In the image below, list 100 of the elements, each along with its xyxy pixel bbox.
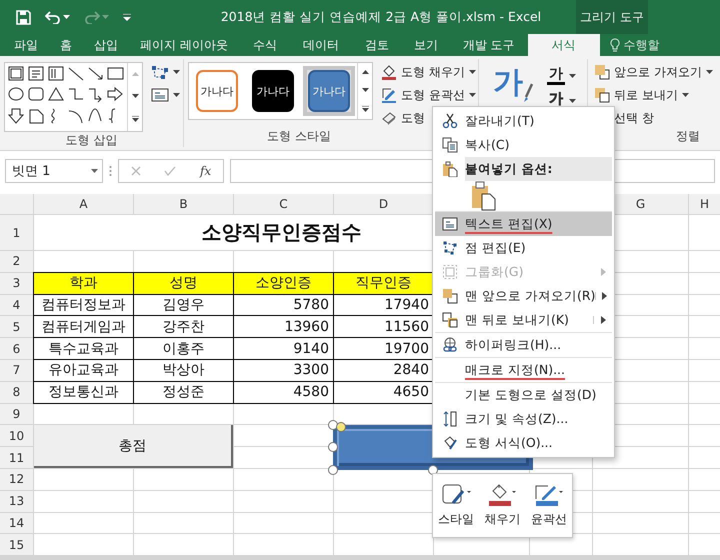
menu-item[interactable]: 맨 뒤로 보내기(K) [435,308,612,332]
redo-icon [84,10,100,24]
table-cell: 정성준 [134,382,233,403]
row-header[interactable]: 8 [0,382,33,403]
ribbon-tab[interactable]: 데이터 [290,34,352,56]
ribbon-tab[interactable]: 수식 [240,34,290,56]
more-icon[interactable] [362,106,368,112]
arrange-button[interactable]: 뒤로 보내기 [592,85,715,105]
shape-effects-icon [381,110,397,126]
arrange-button[interactable]: 앞으로 가져오기 [592,62,715,82]
redo-button[interactable] [84,10,109,24]
shape-style-icon [441,483,472,507]
caret-icon [102,15,109,19]
row-header[interactable]: 4 [0,294,33,316]
menu-item[interactable]: 매크로 지정(N)... [435,357,612,382]
table-cell: 강주찬 [134,316,233,338]
row-header[interactable]: 10 [0,425,33,446]
column-header[interactable]: H [689,194,720,214]
menu-item[interactable]: 텍스트 편집(X) [435,211,612,236]
select-all-corner[interactable] [0,194,33,214]
save-icon [16,10,31,24]
row-header[interactable]: 5 [0,316,33,338]
paint-bucket-icon [442,435,458,451]
caret-icon [63,15,70,19]
empty-cell[interactable] [234,425,333,446]
scissors-icon [442,113,458,129]
ribbon-tab[interactable]: 홈 [48,34,84,56]
send-backward-icon [442,312,458,328]
mini-toolbar-button[interactable]: 채우기 [484,483,520,528]
column-header[interactable]: D [334,194,433,214]
send-backward-icon [594,87,610,103]
row-header[interactable]: 1 [0,215,33,250]
cancel-icon[interactable] [130,166,141,176]
row-header[interactable]: 3 [0,272,33,294]
menu-item[interactable]: 맨 앞으로 가져오기(R) [435,284,612,308]
table-cell: 4650 [334,382,433,403]
text-box-icon [151,88,169,102]
ribbon-tab[interactable]: 서식 [528,34,600,56]
shape-gallery-drawing[interactable] [7,65,125,125]
table-cell: 17940 [334,294,433,316]
menu-item[interactable]: 크기 및 속성(Z)... [435,407,612,431]
caret-icon [706,70,713,74]
ribbon-tab[interactable]: 개발 도구 [450,34,528,56]
shape-fill-icon [487,483,518,507]
menu-item[interactable]: 기본 도형으로 설정(D) [435,382,612,407]
column-header[interactable]: C [234,194,333,214]
save-button[interactable] [16,10,31,24]
paste-option-button[interactable] [469,180,497,212]
shape-format-button[interactable]: 도형 채우기 [379,62,478,82]
table-cell: 유아교육과 [34,360,133,381]
clipboard-icon [470,181,496,211]
group-icon [442,264,458,280]
menu-item[interactable]: 하이퍼링크(H)... [435,332,612,357]
row-header[interactable]: 14 [0,512,33,534]
undo-button[interactable] [45,10,70,24]
submenu-arrow-icon [602,292,607,300]
row-header[interactable]: 9 [0,404,33,424]
insert-function-button[interactable]: fx [200,164,212,178]
scroll-up-icon[interactable] [362,70,368,74]
menu-item[interactable]: 복사(C) [435,133,612,157]
edit-points-icon [151,65,169,79]
row-header[interactable]: 7 [0,360,33,381]
mini-toolbar-button[interactable]: 스타일 [438,483,474,528]
ribbon-tab[interactable]: 보기 [402,34,450,56]
tell-me-search[interactable]: 수행할 [600,34,660,56]
name-box[interactable]: 빗면 1 [5,159,103,183]
row-header[interactable]: 6 [0,338,33,359]
customize-toolbar-button[interactable] [123,14,131,20]
size-icon [442,411,458,427]
row-header[interactable]: 12 [0,468,33,490]
text-box-icon [442,216,458,232]
table-cell: 박상아 [134,360,233,381]
header-cell: 학과 [34,272,133,294]
row-header[interactable]: 11 [0,447,33,468]
row-header[interactable]: 13 [0,490,33,512]
empty-cell[interactable] [234,447,333,468]
quick-styles-button[interactable]: 가 [493,62,533,103]
paint-bucket-icon [381,64,397,80]
table-cell: 9140 [234,338,333,359]
text-fill-button[interactable]: 가 [547,66,565,85]
scroll-down-icon [362,88,368,92]
edit-points-icon [442,240,458,256]
more-icon[interactable] [132,116,138,122]
menu-item[interactable]: 도형 서식(O)... [435,431,612,455]
ribbon-tab[interactable]: 페이지 레이아웃 [128,34,240,56]
shape-format-button[interactable]: 도형 윤곽선 [379,85,478,105]
ribbon-tab[interactable]: 삽입 [84,34,128,56]
ribbon-tab[interactable]: 파일 [4,34,48,56]
hyperlink-icon [442,337,458,353]
mini-toolbar-button[interactable]: 윤곽선 [530,483,567,528]
bring-forward-icon [442,288,458,304]
total-label: 총점 [34,425,233,468]
ribbon-tab[interactable]: 검토 [352,34,402,56]
row-header[interactable]: 2 [0,251,33,272]
enter-icon[interactable] [164,166,176,176]
row-header[interactable]: 15 [0,534,33,556]
column-header[interactable]: A [34,194,133,214]
column-header[interactable]: B [134,194,233,214]
lightbulb-icon [610,38,620,52]
shape-style-preset[interactable]: 가나다 [303,66,355,116]
